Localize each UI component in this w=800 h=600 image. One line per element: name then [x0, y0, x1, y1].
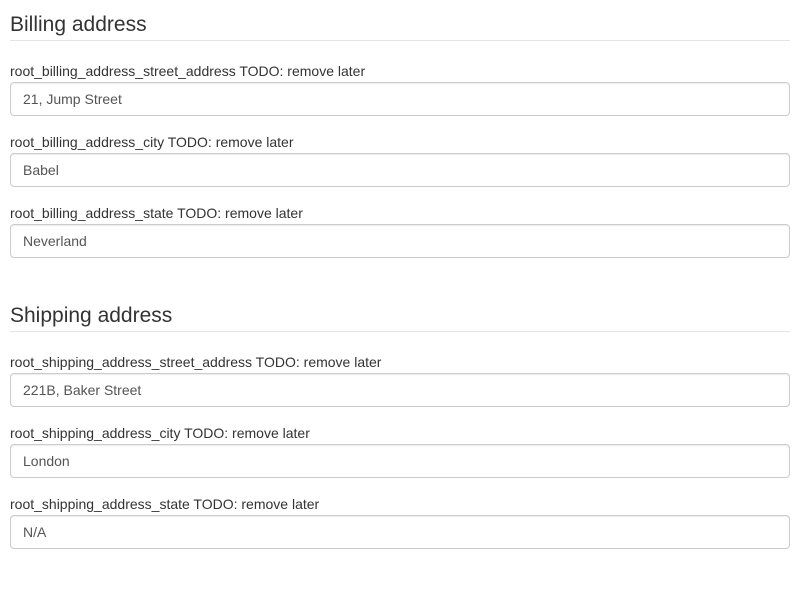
shipping-city-label: root_shipping_address_city TODO: remove …: [10, 425, 310, 441]
billing-street-input[interactable]: [10, 82, 790, 116]
billing-city-label: root_billing_address_city TODO: remove l…: [10, 134, 294, 150]
shipping-address-section: Shipping address root_shipping_address_s…: [10, 291, 790, 549]
shipping-state-input[interactable]: [10, 515, 790, 549]
billing-street-field: root_billing_address_street_address TODO…: [10, 63, 790, 116]
shipping-street-field: root_shipping_address_street_address TOD…: [10, 354, 790, 407]
shipping-address-title: Shipping address: [10, 291, 790, 332]
shipping-city-field: root_shipping_address_city TODO: remove …: [10, 425, 790, 478]
shipping-street-input[interactable]: [10, 373, 790, 407]
billing-state-input[interactable]: [10, 224, 790, 258]
shipping-state-label: root_shipping_address_state TODO: remove…: [10, 496, 320, 512]
billing-city-input[interactable]: [10, 153, 790, 187]
billing-state-field: root_billing_address_state TODO: remove …: [10, 205, 790, 258]
billing-street-label: root_billing_address_street_address TODO…: [10, 63, 366, 79]
shipping-city-input[interactable]: [10, 444, 790, 478]
shipping-street-label: root_shipping_address_street_address TOD…: [10, 354, 382, 370]
billing-city-field: root_billing_address_city TODO: remove l…: [10, 134, 790, 187]
shipping-state-field: root_shipping_address_state TODO: remove…: [10, 496, 790, 549]
billing-address-title: Billing address: [10, 0, 790, 41]
address-form: Billing address root_billing_address_str…: [10, 0, 790, 549]
billing-address-section: Billing address root_billing_address_str…: [10, 0, 790, 258]
billing-state-label: root_billing_address_state TODO: remove …: [10, 205, 303, 221]
